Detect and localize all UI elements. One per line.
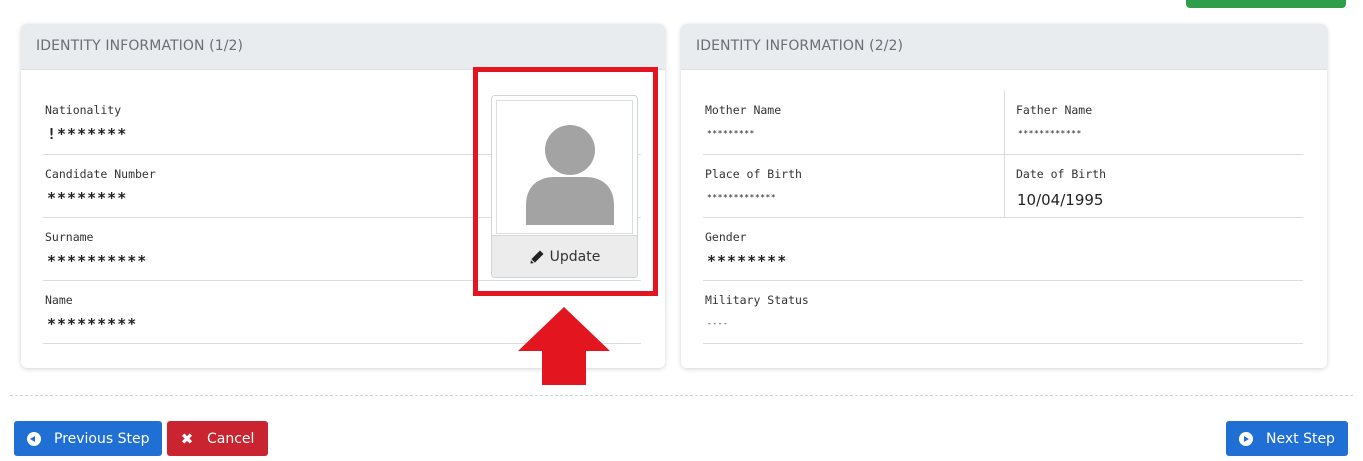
close-icon: ✖ [180, 429, 194, 448]
photo-card: Update [491, 95, 638, 278]
photo-area [496, 100, 633, 234]
field-value: 10/04/1995 [1017, 191, 1104, 209]
field-value: ******** [707, 252, 788, 270]
field-value: ********** [47, 252, 148, 270]
field-value: ************* [707, 193, 777, 202]
arrow-left-circle-icon [27, 431, 41, 446]
gender-field: Gender ******** [703, 218, 1303, 281]
military-status-field: Military Status ---- [703, 281, 1303, 344]
field-label: Date of Birth [1016, 167, 1107, 181]
date-of-birth-field: Date of Birth 10/04/1995 [1005, 155, 1303, 218]
field-label: Nationality [45, 103, 122, 117]
field-value: ---- [707, 319, 729, 328]
card-title: IDENTITY INFORMATION (2/2) [681, 24, 1327, 70]
top-action-button-edge[interactable] [1186, 0, 1346, 8]
field-value: ************ [1018, 129, 1082, 138]
update-label: Update [549, 248, 601, 265]
pencil-icon [530, 250, 544, 263]
previous-step-label: Previous Step [54, 430, 150, 447]
field-label: Gender [705, 230, 747, 244]
field-label: Place of Birth [705, 167, 802, 181]
field-label: Military Status [705, 293, 809, 307]
field-value: ******** [47, 189, 128, 207]
arrow-up-icon [518, 307, 610, 385]
user-silhouette-icon [526, 125, 614, 225]
update-photo-button[interactable]: Update [492, 235, 637, 277]
field-value: ********* [47, 315, 138, 333]
next-step-label: Next Step [1266, 430, 1335, 447]
field-label: Mother Name [705, 103, 782, 117]
previous-step-button[interactable]: Previous Step [14, 421, 162, 456]
cancel-label: Cancel [207, 430, 255, 447]
field-label: Name [45, 293, 73, 307]
card-title: IDENTITY INFORMATION (1/2) [21, 24, 665, 70]
next-step-button[interactable]: Next Step [1226, 421, 1348, 456]
father-name-field: Father Name ************ [1005, 91, 1303, 155]
cancel-button[interactable]: ✖ Cancel [167, 421, 268, 456]
field-label: Surname [45, 230, 94, 244]
section-divider [10, 395, 1353, 396]
field-value: !******* [47, 125, 128, 143]
place-of-birth-field: Place of Birth ************* [703, 155, 1005, 218]
field-label: Candidate Number [45, 167, 156, 181]
identity-card-2: IDENTITY INFORMATION (2/2) Mother Name *… [681, 24, 1327, 368]
field-value: ********* [707, 129, 755, 138]
field-label: Father Name [1016, 103, 1093, 117]
arrow-right-circle-icon [1239, 431, 1253, 446]
mother-name-field: Mother Name ********* [703, 91, 1005, 155]
